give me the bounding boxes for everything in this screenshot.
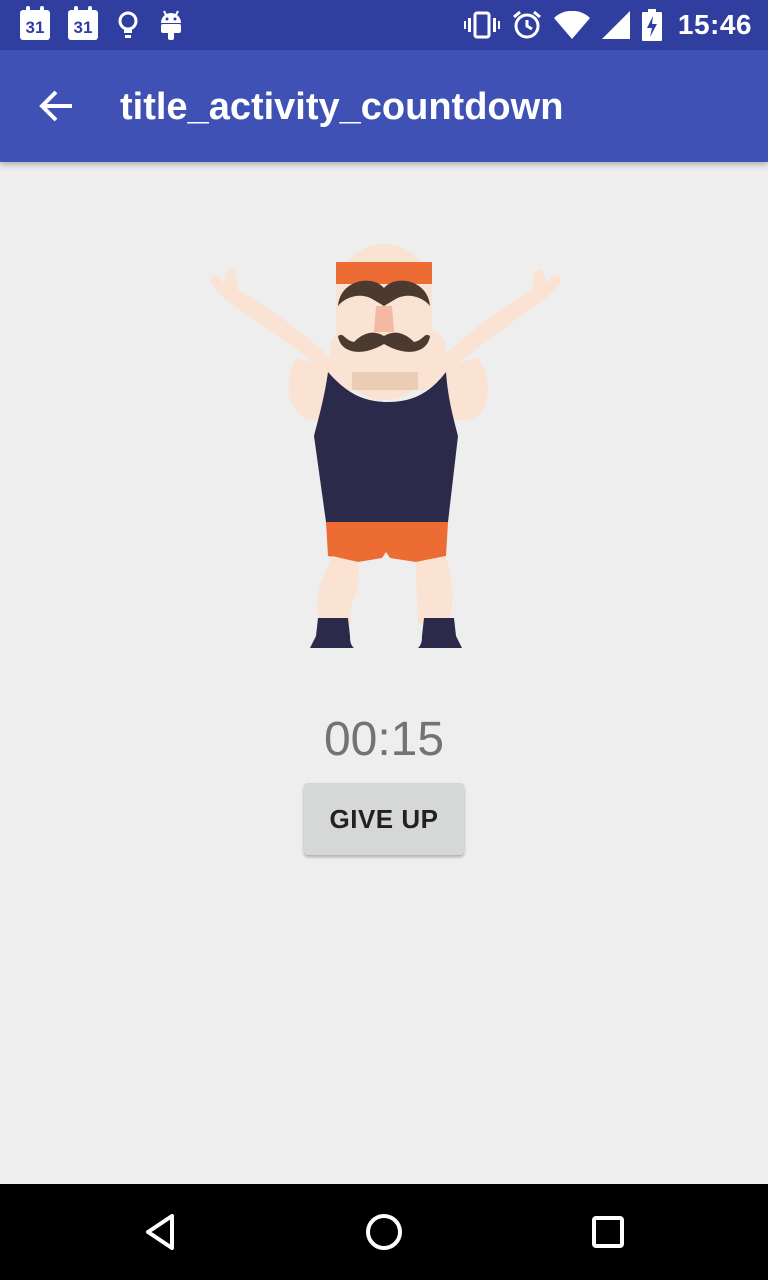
left-shoe bbox=[310, 618, 354, 648]
battery-charging-icon bbox=[641, 9, 662, 41]
back-triangle-icon bbox=[146, 1214, 174, 1250]
right-arm bbox=[436, 268, 562, 380]
page-title: title_activity_countdown bbox=[120, 86, 564, 128]
system-status-icons: 15:46 bbox=[463, 7, 752, 43]
left-arm bbox=[210, 268, 340, 380]
lightbulb-icon bbox=[118, 11, 138, 38]
app-bar: title_activity_countdown bbox=[0, 50, 768, 162]
right-leg bbox=[416, 556, 453, 624]
give-up-button[interactable]: GIVE UP bbox=[304, 783, 464, 855]
right-shoe bbox=[418, 618, 462, 648]
calendar-day: 31 bbox=[25, 18, 45, 37]
status-bar: 31 31 15:46 bbox=[0, 0, 768, 50]
arrow-back-icon bbox=[39, 90, 72, 122]
left-leg bbox=[317, 556, 359, 624]
strongman-illustration bbox=[210, 244, 562, 648]
countdown-timer: 00:15 bbox=[323, 713, 445, 766]
signal-icon bbox=[601, 11, 630, 39]
notification-icons: 31 31 bbox=[20, 6, 184, 42]
headband bbox=[336, 262, 432, 284]
shorts bbox=[326, 522, 448, 562]
clock: 15:46 bbox=[677, 9, 752, 40]
android-icon bbox=[161, 10, 181, 40]
neck-shadow bbox=[352, 372, 418, 390]
nav-home-button[interactable] bbox=[360, 1208, 408, 1256]
calendar-icon: 31 bbox=[20, 6, 50, 40]
calendar-day: 31 bbox=[73, 18, 93, 37]
home-circle-icon bbox=[366, 1214, 402, 1250]
wifi-icon bbox=[553, 11, 590, 39]
back-button[interactable] bbox=[24, 74, 88, 138]
nav-back-button[interactable] bbox=[136, 1208, 184, 1256]
calendar-icon: 31 bbox=[68, 6, 98, 40]
nose bbox=[374, 306, 394, 332]
navigation-bar bbox=[0, 1184, 768, 1280]
nav-recents-button[interactable] bbox=[584, 1208, 632, 1256]
alarm-icon bbox=[512, 10, 541, 39]
vibrate-icon bbox=[463, 11, 500, 39]
recents-square-icon bbox=[592, 1216, 624, 1248]
